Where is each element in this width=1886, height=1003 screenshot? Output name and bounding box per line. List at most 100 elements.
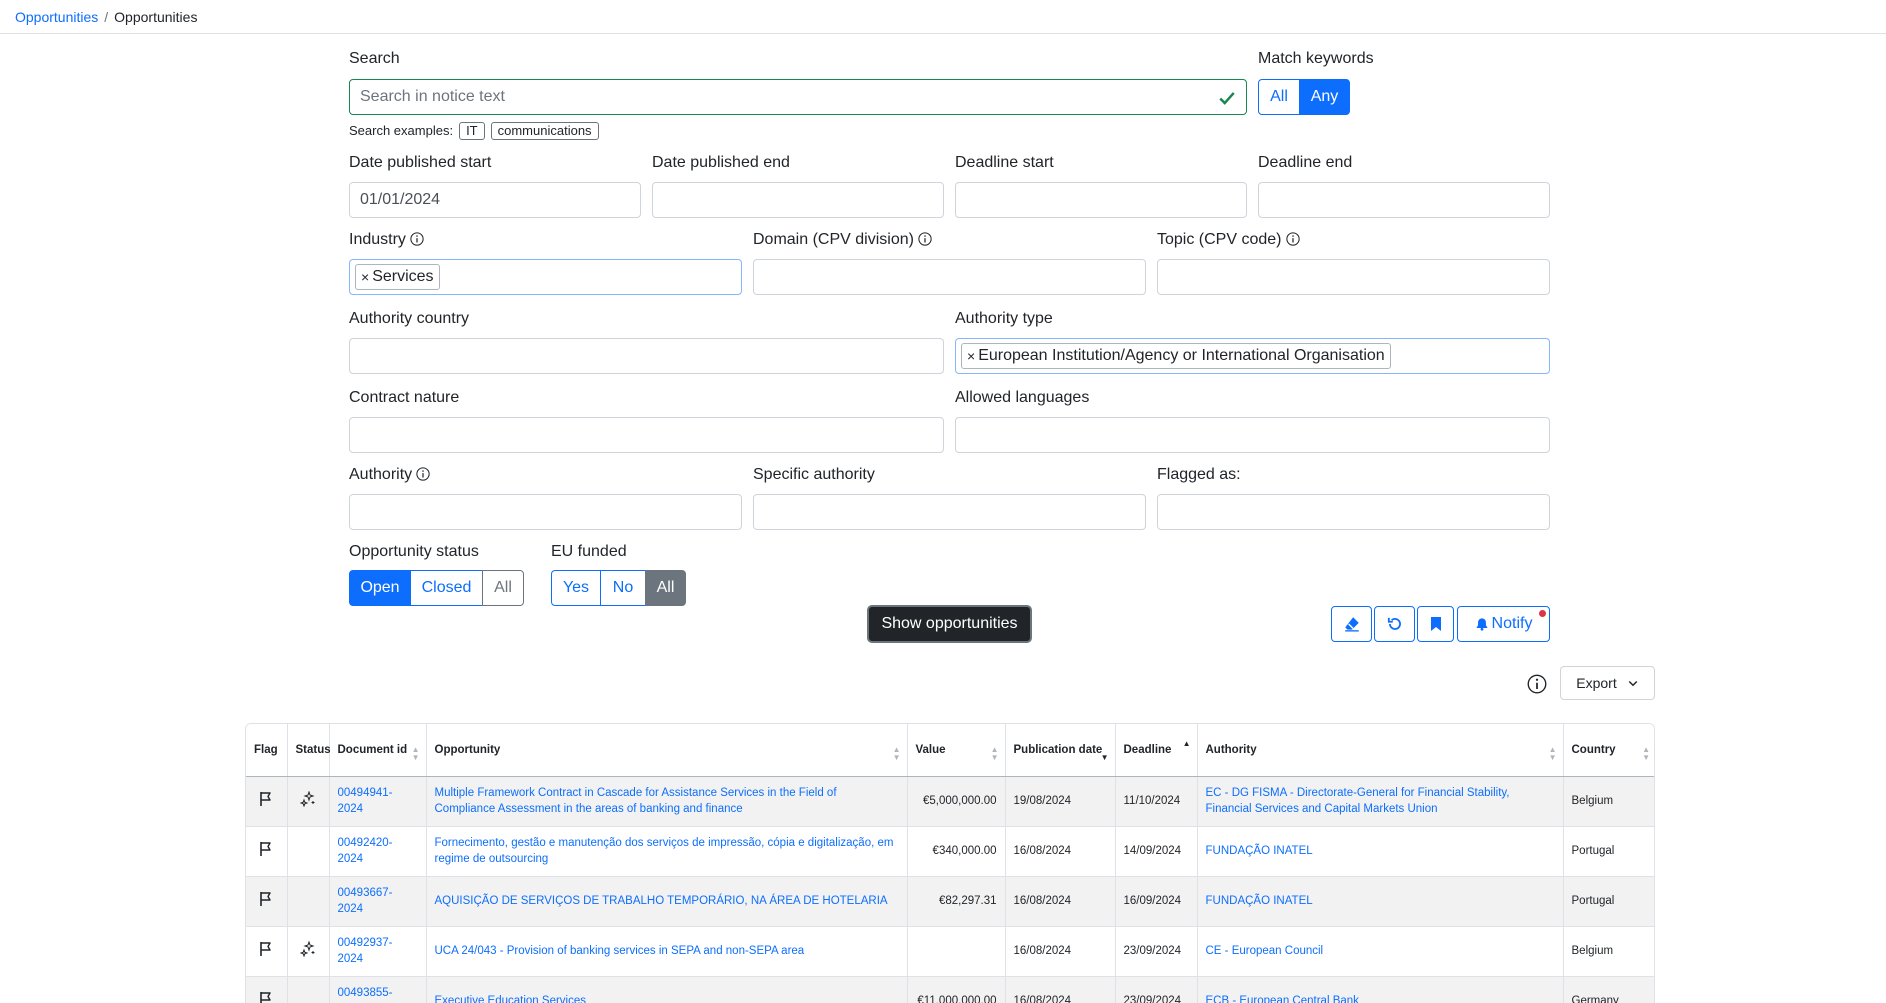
authority-select[interactable] [349, 494, 742, 530]
document-id-link[interactable]: 00493855-2024 [338, 987, 393, 1003]
opportunity-link[interactable]: Fornecimento, gestão e manutenção dos se… [435, 837, 894, 865]
column-header-value[interactable]: Value ▲ ▼ [907, 724, 1006, 777]
deadline-end-input[interactable] [1258, 182, 1550, 218]
document-id-link[interactable]: 00492937-2024 [338, 937, 393, 965]
opportunity-link[interactable]: AQUISIÇÃO DE SERVIÇOS DE TRABALHO TEMPOR… [435, 895, 888, 907]
breadcrumb: Opportunities / Opportunities [15, 8, 197, 26]
deadline-start-input[interactable] [955, 182, 1247, 218]
opportunity-cell: UCA 24/043 - Provision of banking servic… [426, 926, 908, 977]
remove-tag-icon[interactable]: × [967, 348, 975, 364]
match-all-button[interactable]: All [1258, 79, 1300, 115]
flag-cell[interactable] [246, 976, 288, 1003]
deadline-cell: 16/09/2024 [1115, 876, 1198, 927]
flag-cell[interactable] [246, 926, 288, 977]
info-icon[interactable] [416, 467, 430, 481]
top-bar: Opportunities / Opportunities [0, 0, 1886, 34]
column-header-authority-label: Authority [1205, 743, 1257, 756]
industry-tag[interactable]: × Services [355, 264, 440, 290]
clear-filters-button[interactable] [1331, 606, 1372, 642]
column-header-deadline[interactable]: Deadline ▲ [1115, 724, 1198, 777]
table-row: 00492937-2024 UCA 24/043 - Provision of b… [246, 926, 1654, 977]
contract-nature-label: Contract nature [349, 389, 460, 406]
flag-cell[interactable] [246, 776, 288, 827]
document-id-cell: 00492420-2024 [329, 826, 427, 877]
contract-nature-select[interactable] [349, 417, 944, 453]
match-keywords-toggle: All Any [1258, 79, 1350, 115]
opportunity-link[interactable]: UCA 24/043 - Provision of banking servic… [435, 945, 805, 957]
opportunity-cell: Fornecimento, gestão e manutenção dos se… [426, 826, 908, 877]
topic-select[interactable] [1157, 259, 1550, 295]
info-icon[interactable] [1527, 674, 1547, 694]
status-all-button[interactable]: All [482, 570, 524, 606]
specific-authority-select[interactable] [753, 494, 1146, 530]
save-search-button[interactable] [1417, 606, 1454, 642]
authority-link[interactable]: FUNDAÇÃO INATEL [1206, 845, 1313, 857]
flag-cell[interactable] [246, 826, 288, 877]
publication-date-cell: 16/08/2024 [1005, 876, 1116, 927]
info-icon[interactable] [1285, 232, 1300, 246]
opportunity-link[interactable]: Multiple Framework Contract in Cascade f… [435, 787, 837, 815]
authority-link[interactable]: EC - DG FISMA - Directorate-General for … [1206, 787, 1510, 815]
sort-icon: ▲ ▼ [1548, 745, 1557, 762]
info-icon[interactable] [918, 232, 932, 246]
document-id-link[interactable]: 00492420-2024 [338, 837, 393, 865]
eu-funded-no-button[interactable]: No [600, 570, 646, 606]
notification-dot [1539, 610, 1546, 617]
publication-date-cell: 16/08/2024 [1005, 976, 1116, 1003]
document-id-cell: 00492937-2024 [329, 926, 427, 977]
flagged-as-select[interactable] [1157, 494, 1550, 530]
deadline-cell: 23/09/2024 [1115, 926, 1198, 977]
authority-link[interactable]: FUNDAÇÃO INATEL [1206, 895, 1313, 907]
authority-type-select[interactable]: × European Institution/Agency or Internat… [955, 338, 1550, 374]
topic-label: Topic (CPV code) [1157, 230, 1300, 250]
remove-tag-icon[interactable]: × [361, 269, 369, 285]
flag-cell[interactable] [246, 876, 288, 927]
breadcrumb-link-opportunities[interactable]: Opportunities [15, 9, 98, 25]
authority-cell: FUNDAÇÃO INATEL [1197, 876, 1564, 927]
column-header-publication-date-label: Publication date [1013, 743, 1103, 756]
domain-select[interactable] [753, 259, 1146, 295]
authority-country-select[interactable] [349, 338, 944, 374]
document-id-link[interactable]: 00493667-2024 [338, 887, 393, 915]
document-id-cell: 00493667-2024 [329, 876, 427, 927]
eu-funded-all-button[interactable]: All [645, 570, 686, 606]
industry-label-text: Industry [349, 231, 406, 248]
sort-icon: ▲ ▼ [892, 745, 901, 762]
status-closed-button[interactable]: Closed [410, 570, 483, 606]
export-label: Export [1576, 675, 1617, 691]
country-cell: Germany [1563, 976, 1654, 1003]
authority-type-tag[interactable]: × European Institution/Agency or Internat… [961, 343, 1391, 369]
reset-button[interactable] [1374, 606, 1415, 642]
export-dropdown[interactable]: Export [1560, 666, 1655, 700]
allowed-languages-label: Allowed languages [955, 389, 1090, 406]
search-examples: Search examples: IT communications [349, 122, 599, 140]
date-published-end-input[interactable] [652, 182, 944, 218]
authority-link[interactable]: ECB - European Central Bank [1206, 995, 1359, 1003]
column-header-publication-date[interactable]: Publication date ▼ [1005, 724, 1116, 777]
table-row: 00493667-2024 AQUISIÇÃO DE SERVIÇOS DE TR… [246, 876, 1654, 927]
info-icon[interactable] [410, 232, 424, 246]
show-opportunities-button[interactable]: Show opportunities [867, 605, 1032, 643]
document-id-link[interactable]: 00494941-2024 [338, 787, 393, 815]
country-cell: Portugal [1563, 876, 1654, 927]
column-header-authority[interactable]: Authority ▲ ▼ [1197, 724, 1564, 777]
allowed-languages-select[interactable] [955, 417, 1550, 453]
match-any-button[interactable]: Any [1299, 79, 1350, 115]
notify-button[interactable]: Notify [1457, 606, 1550, 642]
search-example-chip-it[interactable]: IT [459, 122, 485, 140]
search-input[interactable]: Search in notice text [349, 79, 1247, 115]
status-cell [287, 826, 330, 877]
opportunity-link[interactable]: Executive Education Services [435, 995, 587, 1003]
column-header-country[interactable]: Country ▲ ▼ [1563, 724, 1654, 777]
date-published-start-input[interactable]: 01/01/2024 [349, 182, 641, 218]
industry-select[interactable]: × Services [349, 259, 742, 295]
column-header-opportunity[interactable]: Opportunity ▲ ▼ [426, 724, 908, 777]
column-header-document-id[interactable]: Document id ▲ ▼ [329, 724, 427, 777]
deadline-cell: 11/10/2024 [1115, 776, 1198, 827]
search-example-chip-communications[interactable]: communications [490, 122, 599, 140]
eu-funded-yes-button[interactable]: Yes [551, 570, 601, 606]
status-open-button[interactable]: Open [349, 570, 411, 606]
flag-icon [260, 891, 271, 906]
status-cell [287, 976, 330, 1003]
authority-link[interactable]: CE - European Council [1206, 945, 1324, 957]
